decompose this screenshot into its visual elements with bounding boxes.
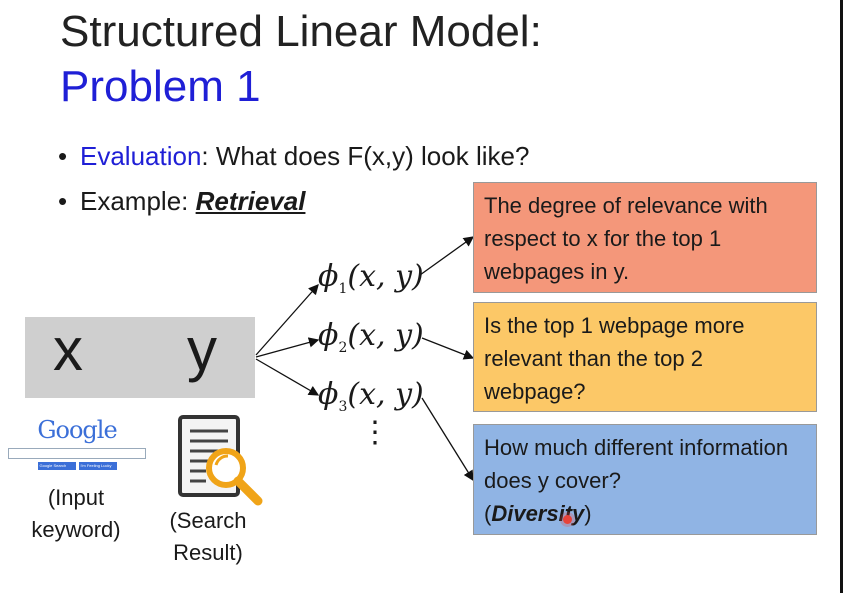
- feature-phi1: ϕ1(x, y): [318, 259, 424, 297]
- feeling-lucky-btn: I'm Feeling Lucky: [78, 462, 117, 470]
- feature-phi2: ϕ2(x, y): [318, 318, 424, 356]
- arrow-to-phi3: [255, 358, 320, 396]
- arrow-to-box3: [421, 397, 474, 482]
- ranking-box: Is the top 1 webpage more relevant than …: [473, 302, 817, 412]
- arrow-to-box2: [421, 337, 475, 360]
- input-keyword-caption: (Input keyword): [31, 485, 121, 542]
- arrow-to-phi2: [255, 337, 320, 358]
- google-buttons: Google Search I'm Feeling Lucky: [8, 462, 146, 470]
- diversity-box: How much different information does y co…: [473, 424, 817, 535]
- google-search-thumbnail: Google Google Search I'm Feeling Lucky: [8, 416, 146, 470]
- search-result-caption: (Search Result): [169, 508, 247, 565]
- google-search-btn: Google Search: [37, 462, 76, 470]
- mouse-pointer: [563, 515, 572, 524]
- feature-phi3: ϕ3(x, y): [318, 377, 424, 415]
- more-features-ellipsis: ⋮: [360, 416, 390, 449]
- magnifier-document-icon: [178, 415, 263, 506]
- arrow-to-phi1: [255, 284, 319, 356]
- arrow-to-box1: [419, 236, 475, 276]
- google-search-bar: [8, 448, 146, 459]
- google-logo: Google: [37, 416, 117, 444]
- relevance-box: The degree of relevance with respect to …: [473, 182, 817, 293]
